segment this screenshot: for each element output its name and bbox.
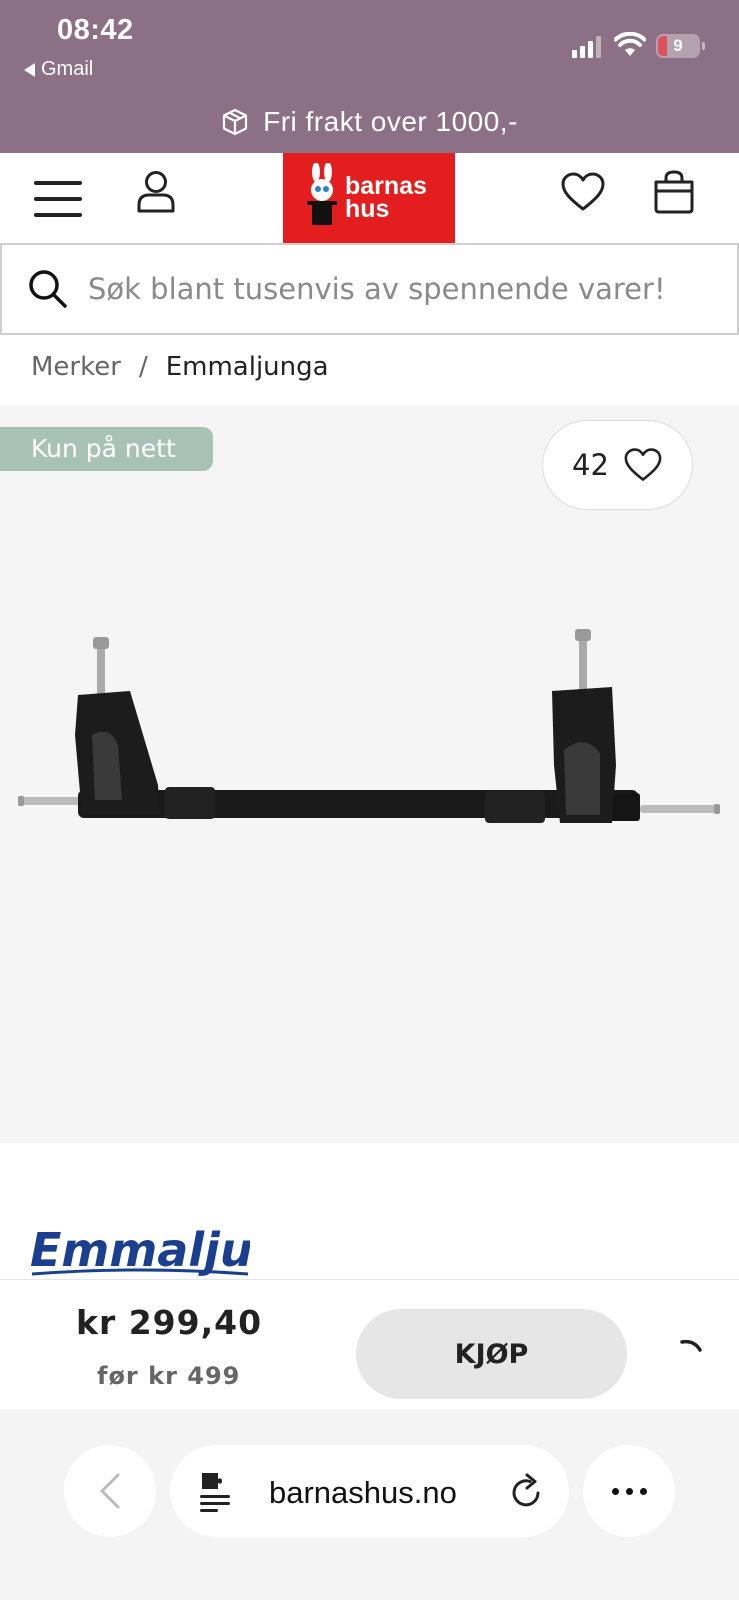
product-gallery[interactable]: Kun på nett 42 xyxy=(0,405,739,1143)
package-icon xyxy=(222,108,248,136)
browser-back-button[interactable] xyxy=(64,1445,156,1537)
favorite-count: 42 xyxy=(572,448,609,482)
wifi-icon xyxy=(614,32,646,56)
bunny-hat-logo-icon xyxy=(307,163,337,225)
battery-level: 9 xyxy=(673,36,683,55)
loading-spinner-icon xyxy=(680,1339,702,1352)
chevron-left-icon xyxy=(100,1473,120,1509)
heart-outline-icon xyxy=(624,448,662,481)
back-triangle-icon xyxy=(24,62,35,77)
current-price: kr 299,40 xyxy=(76,1303,263,1342)
brand-logo-emmaljunga[interactable]: Emmaljunga xyxy=(30,1216,250,1282)
buy-button[interactable]: KJØP xyxy=(356,1309,627,1399)
heart-icon[interactable] xyxy=(560,171,606,213)
promo-text: Fri frakt over 1000,- xyxy=(263,106,518,137)
back-app-label: Gmail xyxy=(41,58,94,80)
reload-icon[interactable] xyxy=(510,1473,544,1509)
breadcrumb-separator: / xyxy=(138,352,148,382)
page-menu-icon xyxy=(200,1473,230,1512)
url-text: barnashus.no xyxy=(269,1475,457,1510)
shopping-bag-icon[interactable] xyxy=(652,169,696,215)
breadcrumb-item-merker[interactable]: Merker xyxy=(31,352,121,382)
back-to-app-link[interactable]: Gmail xyxy=(24,58,93,81)
site-logo[interactable]: barnas hus xyxy=(283,153,455,243)
search-icon xyxy=(29,270,67,308)
price-bar-divider xyxy=(0,1279,739,1280)
previous-price: før kr 499 xyxy=(97,1362,241,1390)
menu-icon xyxy=(34,181,82,185)
logo-text: barnas hus xyxy=(345,174,427,223)
breadcrumb: Merker / Emmaljunga xyxy=(31,352,329,382)
online-only-badge: Kun på nett xyxy=(0,427,213,471)
browser-toolbar: barnashus.no xyxy=(0,1410,739,1600)
menu-button[interactable] xyxy=(34,179,84,219)
favorite-button[interactable]: 42 xyxy=(542,420,693,510)
more-options-button[interactable] xyxy=(583,1445,675,1537)
top-band: 08:42 Gmail 9 Fri frakt over 1000,- xyxy=(0,0,739,153)
free-shipping-banner: Fri frakt over 1000,- xyxy=(0,100,739,144)
user-icon[interactable] xyxy=(134,169,178,215)
cellular-signal-icon xyxy=(572,36,601,58)
battery-indicator: 9 xyxy=(656,34,705,58)
status-time: 08:42 xyxy=(57,14,134,46)
product-image-axle xyxy=(18,629,720,823)
address-bar[interactable]: barnashus.no xyxy=(170,1445,569,1537)
more-dots-icon xyxy=(611,1487,619,1495)
site-header: barnas hus xyxy=(0,153,739,243)
logo-line-2: hus xyxy=(345,195,390,223)
search-input[interactable] xyxy=(88,272,708,306)
search-bar[interactable] xyxy=(0,243,739,335)
breadcrumb-item-brand[interactable]: Emmaljunga xyxy=(166,352,329,382)
